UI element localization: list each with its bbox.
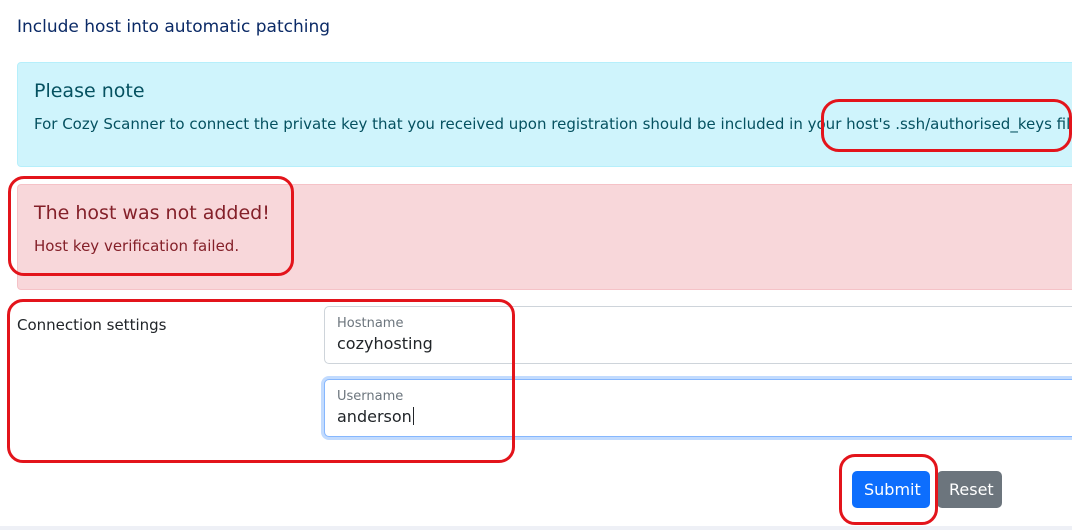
- bottom-divider: [0, 526, 1072, 530]
- reset-button[interactable]: Reset: [937, 471, 1002, 508]
- info-alert-heading: Please note: [34, 80, 145, 102]
- page: Include host into automatic patching Ple…: [0, 0, 1072, 530]
- text-caret: [412, 407, 414, 425]
- connection-settings-label: Connection settings: [17, 316, 167, 334]
- error-alert: The host was not added! Host key verific…: [17, 184, 1072, 290]
- page-title: Include host into automatic patching: [17, 17, 331, 37]
- hostname-label: Hostname: [337, 316, 404, 331]
- error-alert-heading: The host was not added!: [34, 202, 270, 224]
- info-alert-text: For Cozy Scanner to connect the private …: [34, 115, 1072, 133]
- hostname-field[interactable]: Hostname cozyhosting: [324, 306, 1072, 364]
- hostname-input[interactable]: cozyhosting: [337, 334, 433, 353]
- submit-button[interactable]: Submit: [852, 471, 930, 508]
- username-input[interactable]: anderson: [337, 407, 412, 426]
- username-field[interactable]: Username anderson: [324, 379, 1072, 437]
- error-alert-text: Host key verification failed.: [34, 237, 240, 255]
- info-alert: Please note For Cozy Scanner to connect …: [17, 62, 1072, 167]
- username-input-wrapper[interactable]: anderson: [337, 407, 414, 426]
- username-label: Username: [337, 389, 404, 404]
